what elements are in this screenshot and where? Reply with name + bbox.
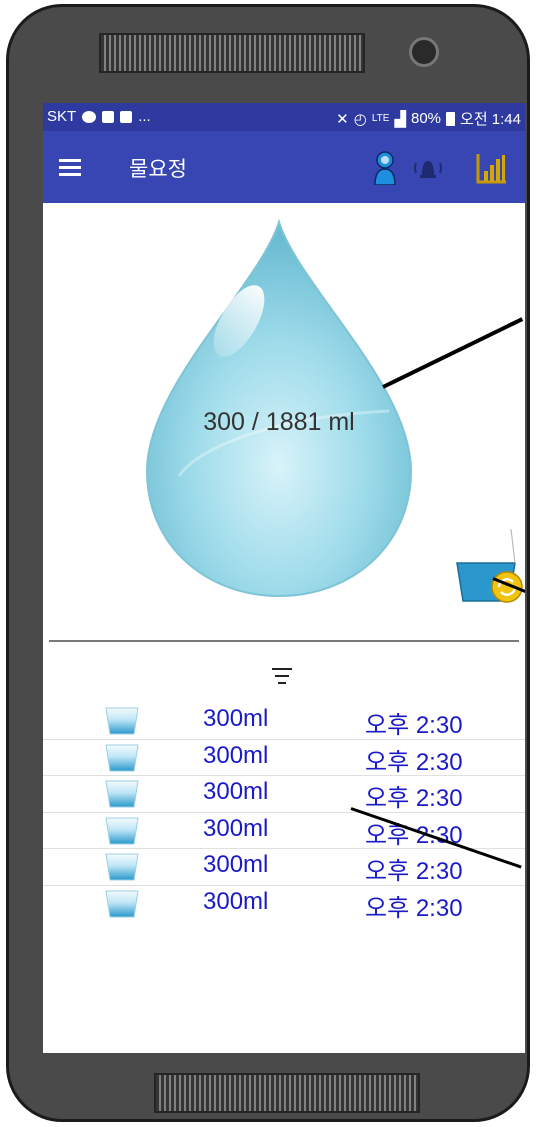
phone-frame: SKT ... ✕ ◴ LTE ▟ 80% 오전 1:44 물요정 300 / … — [6, 4, 530, 1122]
front-camera — [409, 37, 439, 67]
speaker-grille-bottom — [154, 1073, 420, 1113]
divider — [49, 640, 519, 642]
log-amount: 300ml — [203, 851, 269, 878]
alarm-icon: ◴ — [353, 110, 367, 128]
cup-icon — [105, 707, 139, 735]
log-time: 오후 2:30 — [365, 712, 463, 739]
mute-icon: ✕ — [336, 110, 349, 128]
log-time: 오후 2:30 — [365, 858, 463, 885]
gallery-icon — [120, 110, 133, 123]
log-row[interactable]: 300ml 오후 2:30 — [43, 703, 525, 740]
user-icon[interactable] — [373, 151, 397, 185]
signal-icon: ▟ — [394, 110, 406, 128]
talk-icon — [82, 110, 97, 123]
log-row[interactable]: 300ml 오후 2:30 — [43, 886, 525, 922]
log-amount: 300ml — [203, 814, 269, 842]
cup-icon — [105, 817, 139, 844]
intake-log-list: 300ml 오후 2:30 300ml 오후 2:30 300ml 오후 2:30 300m… — [43, 703, 525, 922]
log-amount: 300ml — [203, 741, 269, 769]
intake-progress: 300 / 1881 ml — [203, 408, 355, 436]
cup-icon — [105, 890, 139, 917]
log-amount: 300ml — [203, 705, 269, 732]
carrier-label: SKT — [47, 108, 77, 125]
more-notifications: ... — [138, 108, 151, 125]
sort-icon[interactable] — [272, 668, 292, 684]
log-time: 오후 2:30 — [365, 894, 463, 922]
status-bar: SKT ... ✕ ◴ LTE ▟ 80% 오전 1:44 — [43, 103, 525, 131]
app-title: 물요정 — [129, 158, 187, 181]
notification-icon — [102, 110, 115, 123]
cup-icon — [105, 780, 139, 808]
speaker-grille-top — [99, 33, 365, 73]
log-row[interactable]: 300ml 오후 2:30 — [43, 849, 525, 886]
screen: SKT ... ✕ ◴ LTE ▟ 80% 오전 1:44 물요정 300 / … — [43, 103, 525, 1053]
log-row[interactable]: 300ml 오후 2:30 — [43, 740, 525, 776]
log-row[interactable]: 300ml 오후 2:30 — [43, 776, 525, 813]
app-bar: 물요정 — [43, 131, 525, 203]
cup-icon — [105, 744, 139, 771]
network-label: LTE — [371, 113, 390, 124]
log-amount: 300ml — [203, 778, 269, 805]
log-amount: 300ml — [203, 887, 269, 915]
clock: 오전 1:44 — [460, 111, 521, 128]
battery-icon — [446, 111, 456, 126]
menu-icon[interactable] — [59, 159, 81, 176]
battery-percent: 80% — [411, 110, 442, 127]
add-cup-button[interactable] — [449, 529, 523, 605]
bell-icon[interactable] — [411, 155, 445, 181]
cup-icon — [105, 853, 139, 881]
stats-icon[interactable] — [475, 151, 509, 185]
log-time: 오후 2:30 — [365, 748, 463, 776]
log-time: 오후 2:30 — [365, 785, 463, 812]
